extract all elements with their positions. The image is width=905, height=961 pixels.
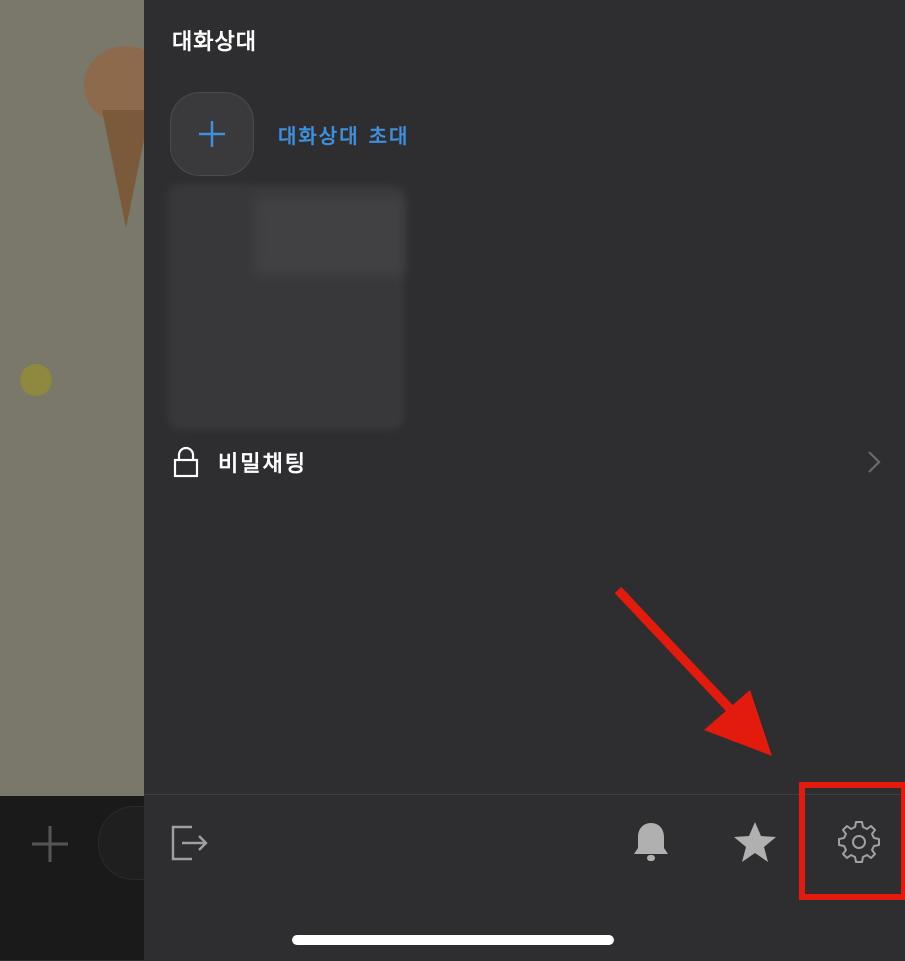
decoration-dot	[20, 364, 52, 396]
drawer-toolbar	[144, 794, 905, 961]
star-icon[interactable]	[732, 819, 778, 865]
secret-chat-row[interactable]: 비밀채팅	[172, 440, 882, 484]
annotation-highlight-box	[799, 782, 905, 900]
annotation-arrow	[614, 586, 772, 756]
chat-input-bar	[0, 796, 180, 960]
chat-side-drawer: 대화상대 대화상대 초대 비밀채팅	[144, 0, 905, 961]
lock-icon	[173, 446, 199, 478]
invite-plus-button[interactable]	[170, 92, 254, 176]
secret-chat-label: 비밀채팅	[218, 452, 307, 477]
chevron-right-icon	[868, 451, 881, 473]
exit-icon[interactable]	[168, 819, 214, 865]
add-attachment-icon[interactable]	[30, 824, 70, 864]
chat-background	[0, 0, 144, 796]
blurred-member-detail	[254, 196, 404, 276]
plus-icon	[199, 121, 225, 147]
invite-label: 대화상대 초대	[278, 123, 410, 148]
bell-icon[interactable]	[628, 819, 674, 865]
ice-cream-cone-image	[102, 110, 144, 228]
drawer-title: 대화상대	[172, 30, 257, 55]
home-indicator	[292, 935, 614, 945]
invite-friend-row[interactable]: 대화상대 초대	[170, 92, 490, 176]
